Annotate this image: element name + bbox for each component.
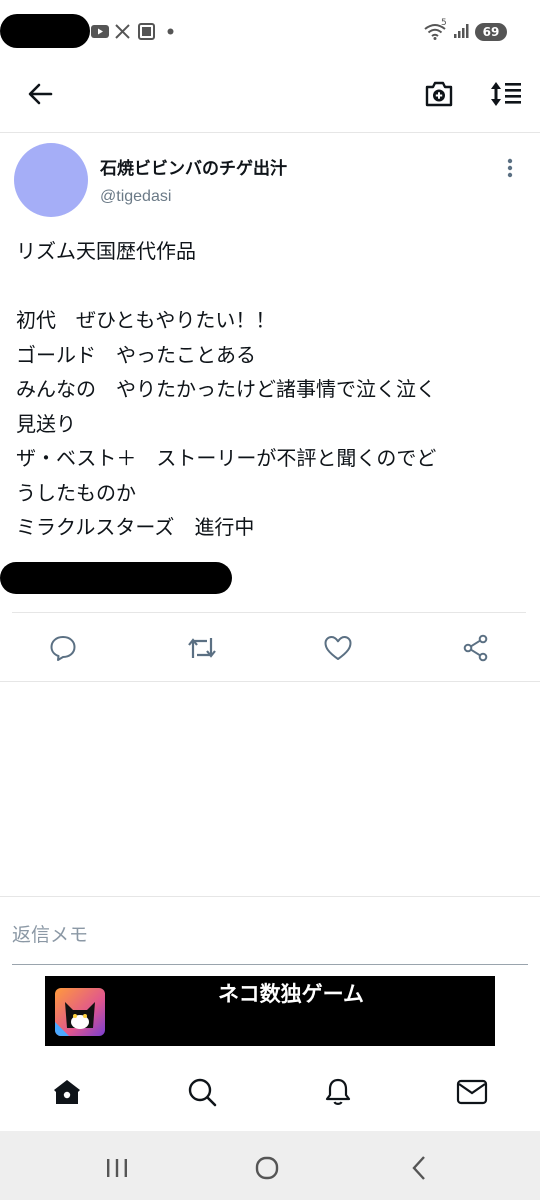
tweet-body: リズム天国歴代作品 初代 ぜひともやりたい！！ ゴールド やったことある みんな… [16, 234, 531, 545]
avatar[interactable] [14, 143, 88, 217]
status-bar: 5 69 [0, 0, 540, 62]
reply-button[interactable] [43, 628, 83, 668]
divider [0, 681, 540, 682]
tweet-line: 初代 ぜひともやりたい！！ [16, 308, 276, 332]
nav-search[interactable] [182, 1072, 222, 1112]
notification-dot-icon [163, 22, 177, 40]
system-back-button[interactable] [399, 1150, 439, 1186]
recent-apps-icon [107, 1159, 127, 1177]
battery-indicator: 69 [475, 23, 507, 41]
redaction-bar [0, 14, 90, 48]
like-button[interactable] [318, 628, 358, 668]
home-icon [54, 1080, 80, 1104]
signal-icon [451, 22, 471, 40]
more-vertical-icon [507, 158, 513, 178]
arrow-left-icon [28, 83, 53, 105]
camera-plus-icon [425, 81, 453, 107]
nav-home[interactable] [47, 1072, 87, 1112]
ad-app-icon[interactable] [55, 988, 105, 1036]
author-handle[interactable]: @tigedasi [100, 188, 171, 206]
nav-notifications[interactable] [318, 1072, 358, 1112]
divider [0, 896, 540, 897]
chevron-left-icon [412, 1156, 425, 1180]
tweet-line: 見送り [16, 411, 76, 436]
tweet-line: ザ・ベスト＋ ストーリーが不評と聞くのでど [16, 446, 437, 470]
reply-input[interactable]: 返信メモ [12, 920, 88, 947]
reply-input-underline [12, 964, 528, 965]
tweet-line: リズム天国歴代作品 [16, 239, 196, 263]
camera-button[interactable] [419, 74, 459, 114]
mail-icon [456, 1079, 488, 1105]
tweet-line: ゴールド やったことある [16, 342, 256, 367]
sort-button[interactable] [486, 74, 526, 114]
divider [12, 612, 526, 613]
home-circle-icon [255, 1156, 279, 1180]
retweet-icon [188, 638, 216, 658]
recent-apps-button[interactable] [97, 1150, 137, 1186]
top-app-bar [0, 62, 540, 133]
youtube-icon [90, 22, 110, 40]
comment-icon [50, 636, 76, 661]
author-name[interactable]: 石焼ビビンバのチゲ出汁 [100, 154, 287, 179]
tweet-line: うしたものか [16, 480, 136, 505]
back-button[interactable] [20, 74, 60, 114]
home-system-button[interactable] [247, 1150, 287, 1186]
share-button[interactable] [456, 628, 496, 668]
ad-title[interactable]: ネコ数独ゲーム [218, 978, 364, 1008]
redaction-bar [0, 562, 232, 594]
network-type-label: 5 [441, 18, 447, 28]
tweet-line [16, 269, 531, 304]
more-options-button[interactable] [496, 154, 524, 182]
tweet-line: ミラクルスターズ 進行中 [16, 515, 255, 539]
retweet-button[interactable] [182, 628, 222, 668]
nav-messages[interactable] [452, 1072, 492, 1112]
search-icon [188, 1078, 217, 1107]
tweet-line: みんなの やりたかったけど諸事情で泣く泣く [16, 377, 436, 401]
gallery-icon [136, 22, 156, 40]
x-logo-icon [113, 22, 131, 40]
heart-icon [324, 636, 352, 660]
sort-list-icon [491, 82, 521, 106]
wifi-icon: 5 [422, 18, 450, 40]
share-icon [463, 634, 488, 662]
bell-icon [325, 1078, 351, 1105]
